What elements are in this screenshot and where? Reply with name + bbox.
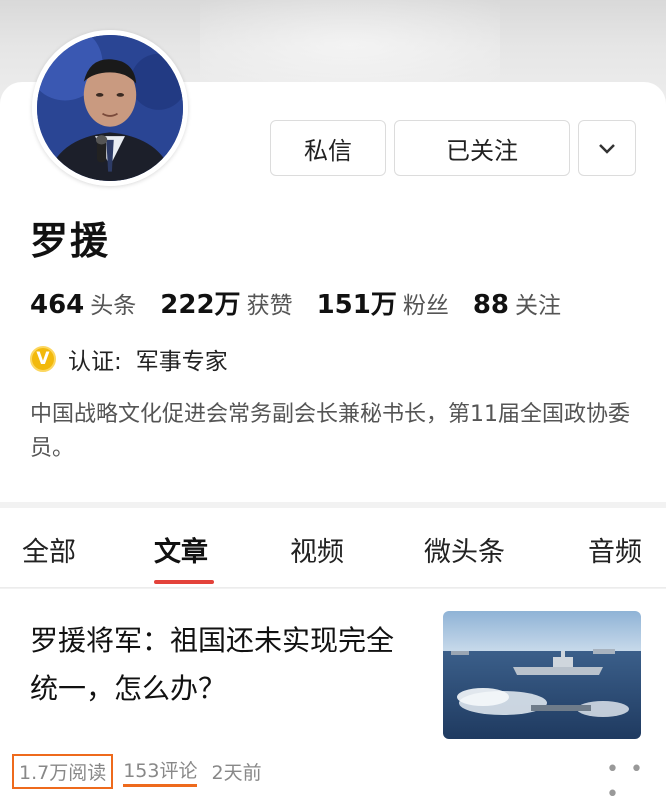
stat-likes[interactable]: 222万 获赞	[160, 284, 292, 321]
stat-followers[interactable]: 151万 粉丝	[317, 284, 449, 321]
certification-label: 认证:	[68, 349, 122, 375]
comment-count[interactable]: 153评论	[123, 756, 198, 787]
message-button[interactable]: 私信	[270, 120, 386, 176]
certification: V 认证: 军事专家	[30, 342, 228, 376]
stat-label: 关注	[515, 293, 562, 319]
active-tab-indicator	[154, 580, 214, 584]
stat-value: 88	[472, 290, 510, 320]
ship-image	[443, 611, 641, 739]
stat-label: 粉丝	[402, 293, 449, 319]
profile-name: 罗援	[30, 219, 111, 263]
stat-following[interactable]: 88 关注	[473, 286, 561, 320]
verified-badge-icon: V	[30, 346, 56, 372]
profile-bio: 中国战略文化促进会常务副会长兼秘书长，第11届全国政协委员。	[30, 402, 630, 461]
content-tabs: 全部 文章 视频 微头条 音频	[0, 508, 666, 588]
stat-label: 头条	[90, 293, 137, 319]
stat-value: 151万	[316, 290, 397, 320]
tab-videos[interactable]: 视频	[290, 530, 344, 569]
read-count: 1.7万阅读	[12, 754, 114, 789]
tab-articles[interactable]: 文章	[154, 530, 208, 569]
stat-label: 获赞	[246, 293, 293, 319]
stat-value: 464	[30, 290, 85, 320]
more-options-button[interactable]	[578, 120, 636, 176]
profile-stats: 464 头条 222万 获赞 151万 粉丝 88 关注	[30, 284, 585, 321]
certification-value: 军事专家	[135, 349, 228, 375]
publish-time: 2天前	[211, 762, 262, 784]
article-item[interactable]: 罗援将军：祖国还未实现完全统一，怎么办？ 1.7万阅读 153评论 2天前 • …	[0, 589, 666, 800]
stat-articles[interactable]: 464 头条	[30, 286, 136, 320]
tab-audio[interactable]: 音频	[588, 530, 642, 569]
article-meta: 1.7万阅读 153评论 2天前	[12, 754, 262, 789]
more-dots-icon[interactable]: • • •	[606, 757, 666, 800]
tab-micro-posts[interactable]: 微头条	[424, 530, 505, 569]
avatar-image	[37, 35, 183, 181]
follow-button[interactable]: 已关注	[394, 120, 570, 176]
article-title[interactable]: 罗援将军：祖国还未实现完全统一，怎么办？	[30, 617, 420, 713]
tab-all[interactable]: 全部	[22, 530, 76, 569]
chevron-down-icon	[597, 134, 617, 162]
avatar[interactable]	[32, 30, 188, 186]
article-thumbnail[interactable]	[443, 611, 641, 739]
stat-value: 222万	[160, 290, 241, 320]
